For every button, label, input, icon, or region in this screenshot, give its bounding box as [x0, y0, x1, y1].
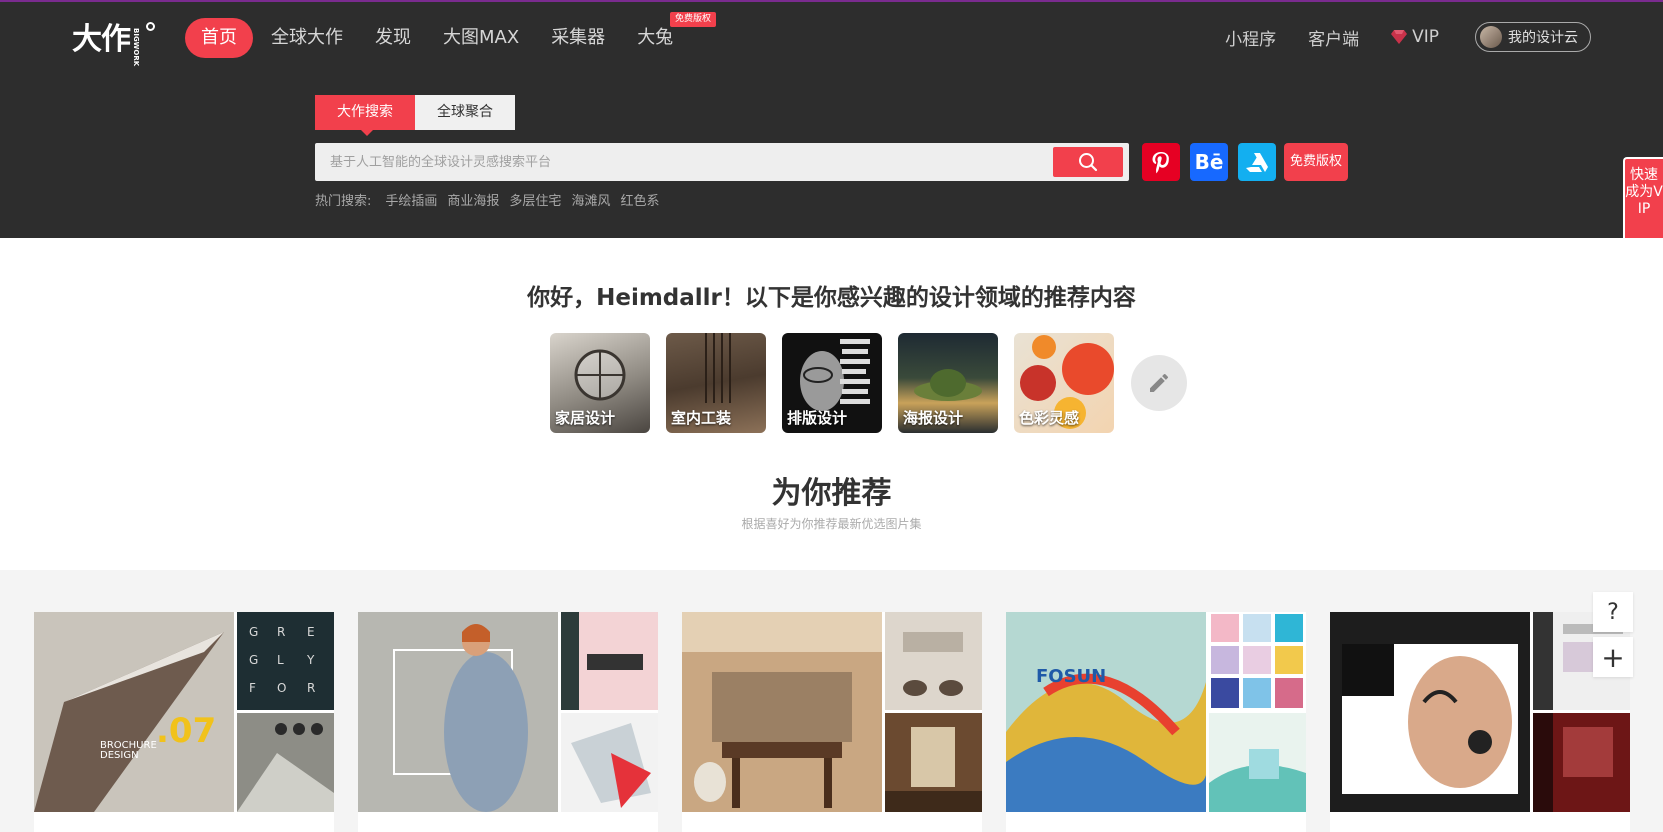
hot-search-item[interactable]: 红色系: [620, 190, 659, 209]
recommend-card[interactable]: [1330, 612, 1630, 832]
logo-subtext: BIGWORK: [132, 28, 140, 67]
nav-vip-label: VIP: [1412, 27, 1439, 47]
nav-global[interactable]: 全球大作: [271, 18, 343, 58]
card-thumbnail: [358, 612, 658, 812]
pencil-icon: [1150, 373, 1169, 392]
my-design-cloud-button[interactable]: 我的设计云: [1475, 22, 1591, 52]
category-label: 排版设计: [787, 409, 848, 427]
logo[interactable]: 大作 BIGWORK: [72, 20, 155, 66]
search-button[interactable]: [1053, 147, 1123, 177]
svg-text:L: L: [277, 653, 284, 667]
category-list: 家居设计 室内工装 排版设计 海报设计 色彩灵感: [550, 333, 1130, 433]
card-thumbnail: [1330, 612, 1630, 812]
card-image-thumb: [237, 713, 334, 812]
artstation-button[interactable]: [1238, 143, 1276, 181]
card-image-thumb: [885, 612, 982, 710]
card-image-thumb: [1209, 612, 1306, 710]
svg-text:DESIGN: DESIGN: [100, 750, 139, 761]
svg-text:G: G: [249, 653, 258, 667]
free-copyright-button[interactable]: 免费版权: [1284, 143, 1348, 181]
nav-mini-program[interactable]: 小程序: [1225, 25, 1276, 50]
pinterest-button[interactable]: [1142, 143, 1180, 181]
nav-right: 小程序 客户端 VIP 我的设计云: [1193, 22, 1591, 52]
card-image-main: [358, 612, 558, 812]
category-color[interactable]: 色彩灵感: [1014, 333, 1114, 433]
add-button[interactable]: +: [1593, 637, 1633, 677]
svg-text:F: F: [249, 681, 256, 695]
greeting-title: 你好，Heimdallr！以下是你感兴趣的设计领域的推荐内容: [527, 285, 1136, 311]
category-typography[interactable]: 排版设计: [782, 333, 882, 433]
search-icon: [1079, 153, 1098, 172]
card-thumbnail: [682, 612, 982, 812]
svg-text:G: G: [249, 625, 258, 639]
recommend-subtitle: 根据喜好为你推荐最新优选图片集: [741, 517, 922, 531]
tab-dazuo-search[interactable]: 大作搜索: [315, 95, 415, 136]
recommend-card[interactable]: [682, 612, 982, 832]
avatar: [1480, 26, 1502, 48]
svg-text:FOSUN: FOSUN: [1036, 666, 1106, 687]
svg-text:Y: Y: [306, 653, 315, 667]
hot-search-item[interactable]: 手绘插画: [385, 190, 437, 209]
card-image-main: [1330, 612, 1530, 812]
search-input[interactable]: [315, 143, 1045, 181]
help-button[interactable]: ?: [1593, 592, 1633, 632]
nav-bigmax[interactable]: 大图MAX: [443, 18, 519, 58]
hot-search-item[interactable]: 商业海报: [447, 190, 499, 209]
pinterest-icon: [1152, 152, 1169, 174]
hot-searches-label: 热门搜索:: [315, 194, 372, 209]
card-image-thumb: G R E G L Y F O R: [237, 612, 334, 710]
nav-discover[interactable]: 发现: [375, 18, 411, 58]
card-thumbnail: FOSUN: [1006, 612, 1306, 812]
my-design-cloud-label: 我的设计云: [1508, 30, 1578, 46]
nav-client[interactable]: 客户端: [1308, 25, 1359, 50]
artstation-icon: [1246, 153, 1268, 172]
recommend-card[interactable]: FOSUN: [1006, 612, 1306, 832]
category-label: 室内工装: [671, 409, 732, 427]
free-copyright-badge: 免费版权: [670, 12, 717, 27]
edit-interests-button[interactable]: [1131, 355, 1187, 411]
search-box: [315, 143, 1129, 181]
recommend-cards: .07 BROCHURE DESIGN G R E G L Y F O R FOSUN: [34, 612, 1654, 832]
behance-icon: Bē: [1194, 150, 1224, 174]
nav-collector[interactable]: 采集器: [551, 18, 605, 58]
card-image-main: .07BROCHUREDESIGN: [34, 612, 234, 812]
hot-searches: 热门搜索: 手绘插画 商业海报 多层住宅 海滩风 红色系: [315, 190, 669, 209]
svg-text:O: O: [277, 681, 286, 695]
svg-text:E: E: [307, 625, 315, 639]
category-home-design[interactable]: 家居设计: [550, 333, 650, 433]
card-image-thumb: [1209, 713, 1306, 812]
category-label: 家居设计: [555, 409, 616, 427]
card-image-thumb: [1533, 713, 1630, 812]
logo-text: 大作: [72, 22, 131, 57]
svg-text:R: R: [307, 681, 315, 695]
hot-search-item[interactable]: 多层住宅: [509, 190, 561, 209]
vip-gem-icon: [1391, 30, 1408, 44]
search-tabs: 大作搜索 全球聚合: [315, 95, 515, 136]
card-image-main: FOSUN: [1006, 612, 1206, 812]
logo-magnifier-icon: [146, 22, 155, 31]
card-thumbnail: .07 BROCHURE DESIGN G R E G L Y F O R: [34, 612, 334, 812]
hot-search-item[interactable]: 海滩风: [571, 190, 610, 209]
category-interior[interactable]: 室内工装: [666, 333, 766, 433]
svg-text:R: R: [277, 625, 285, 639]
card-image-main: [682, 612, 882, 812]
card-image-thumb: [885, 713, 982, 812]
recommend-title: 为你推荐: [771, 476, 892, 511]
card-image-thumb: [561, 612, 658, 710]
main-nav: 首页 全球大作 发现 大图MAX 采集器 大兔: [185, 18, 705, 58]
tab-global-aggregate[interactable]: 全球聚合: [415, 95, 515, 130]
nav-vip[interactable]: VIP: [1391, 27, 1439, 47]
category-label: 海报设计: [903, 409, 964, 427]
recommend-card[interactable]: .07 BROCHURE DESIGN G R E G L Y F O R: [34, 612, 334, 832]
nav-home[interactable]: 首页: [185, 18, 253, 58]
behance-button[interactable]: Bē: [1190, 143, 1228, 181]
category-poster[interactable]: 海报设计: [898, 333, 998, 433]
nav-datu[interactable]: 大兔: [637, 18, 673, 58]
recommend-card[interactable]: [358, 612, 658, 832]
svg-text:.07: .07: [156, 711, 216, 751]
card-image-thumb: [561, 713, 658, 812]
category-label: 色彩灵感: [1019, 409, 1080, 427]
